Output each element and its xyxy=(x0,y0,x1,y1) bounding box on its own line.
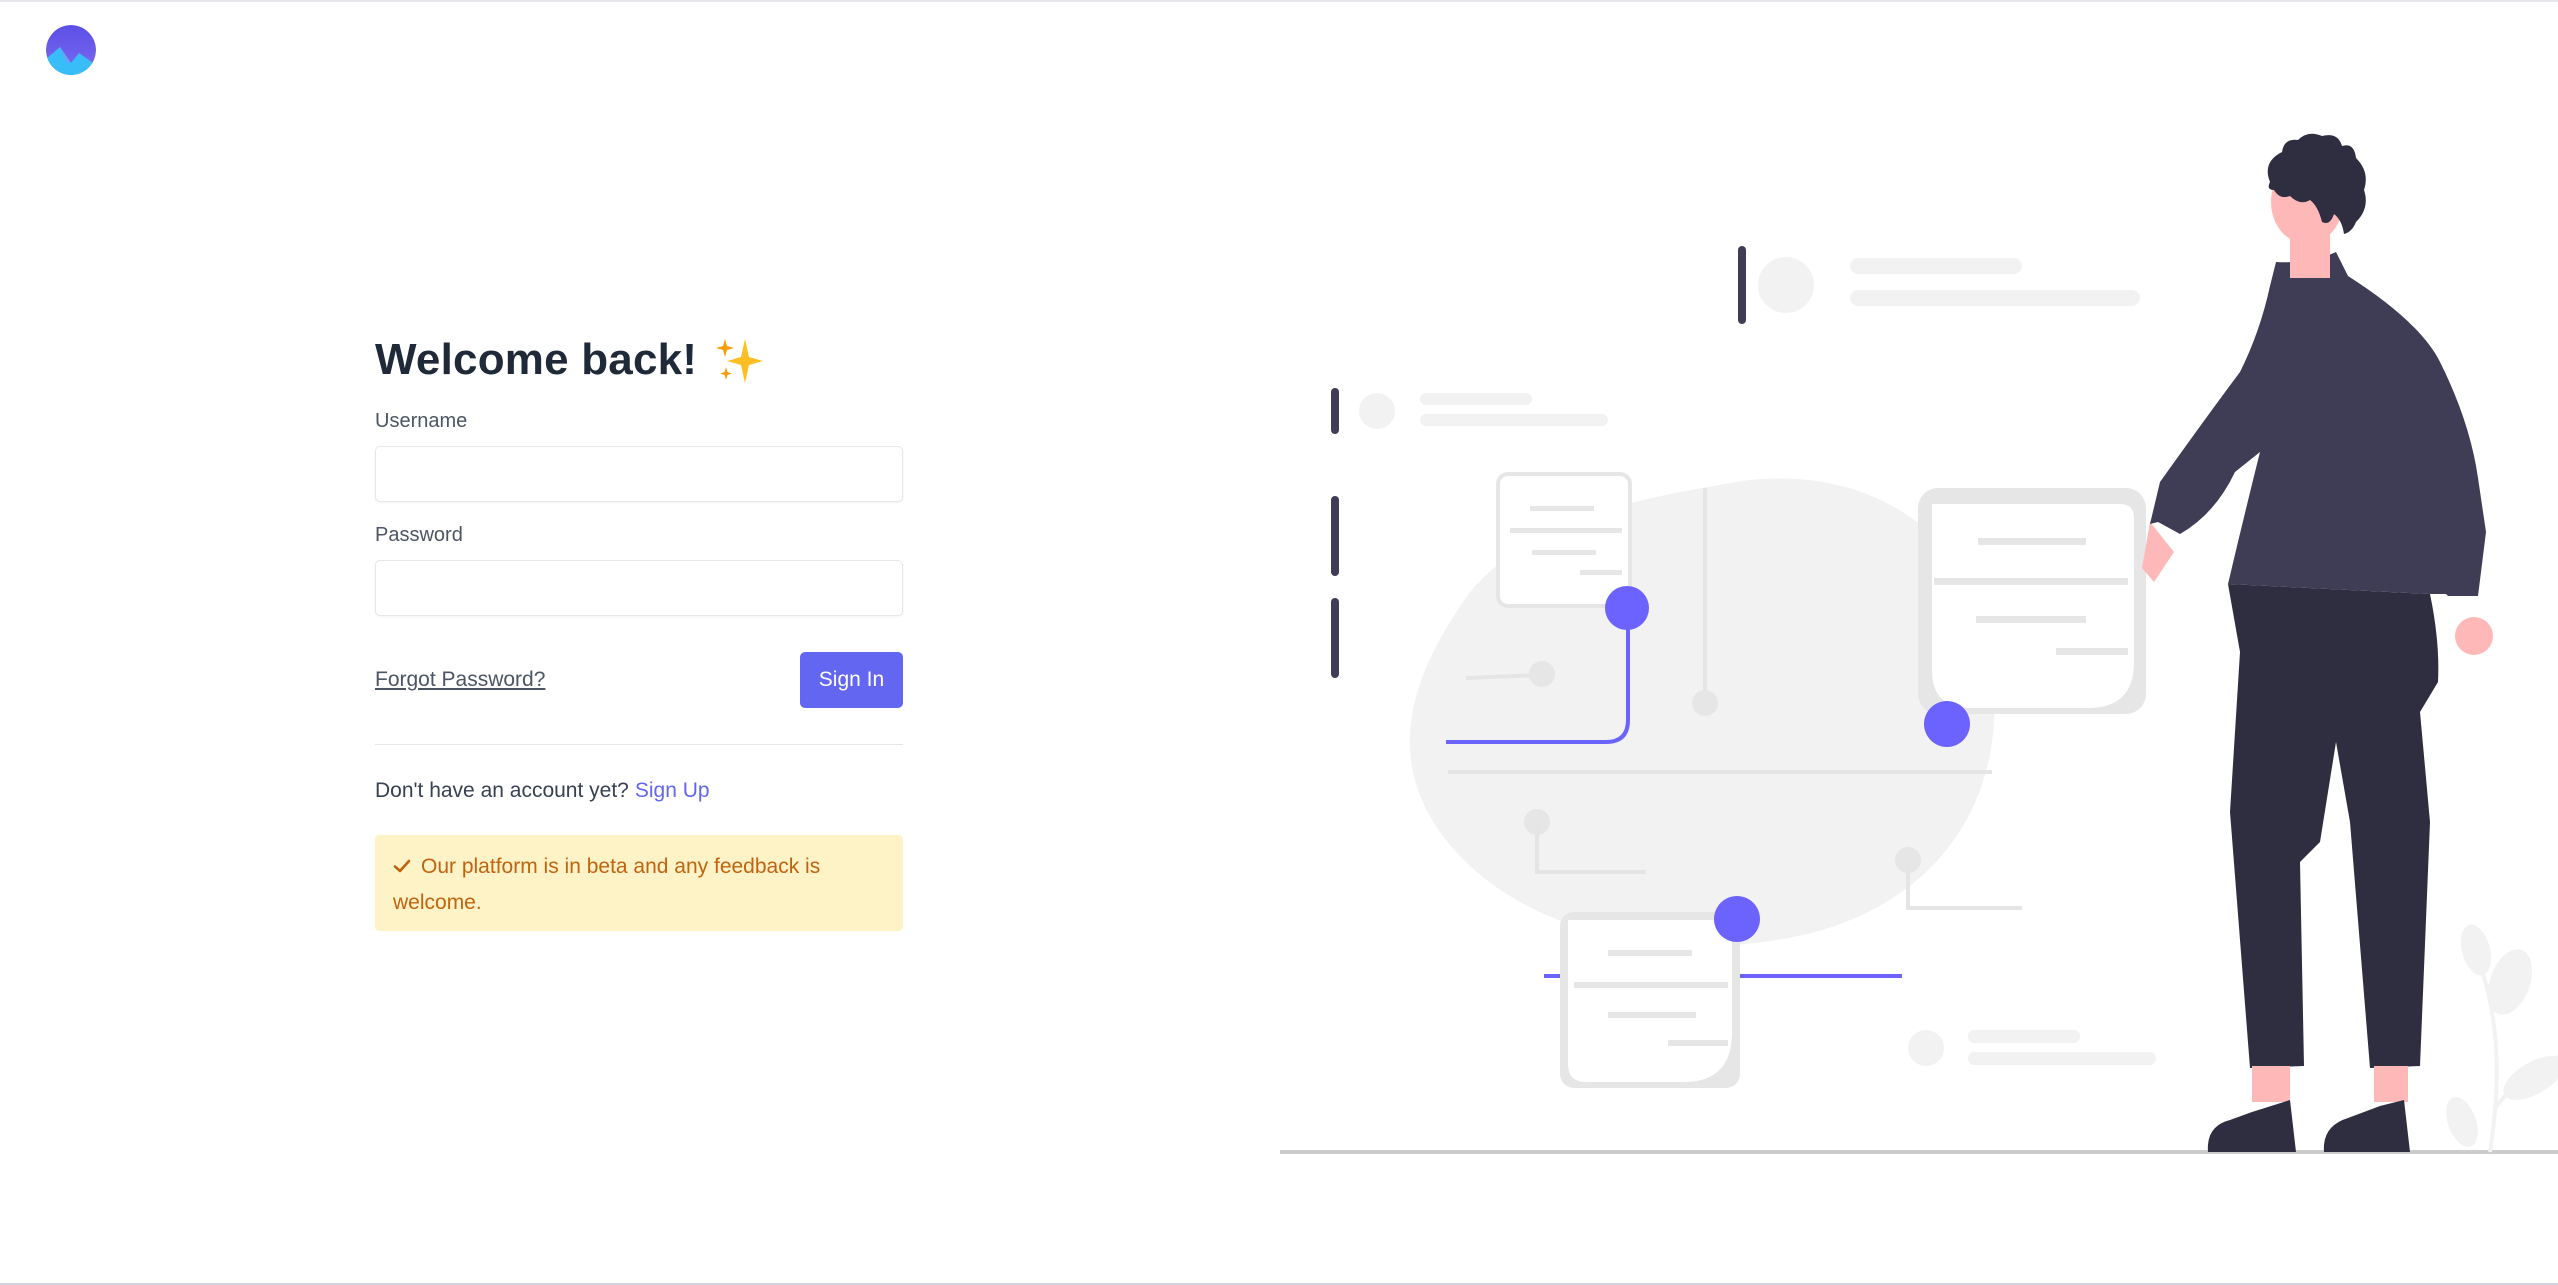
title-row: Welcome back! xyxy=(375,330,903,390)
forgot-password-link[interactable]: Forgot Password? xyxy=(375,668,545,692)
password-label: Password xyxy=(375,524,463,546)
login-page: Welcome back! Username Password Forgot P… xyxy=(0,0,2558,1285)
beta-notice-text: Our platform is in beta and any feedback… xyxy=(393,855,821,914)
page-title: Welcome back! xyxy=(375,335,698,384)
beta-notice: Our platform is in beta and any feedback… xyxy=(375,835,903,931)
no-account-text: Don't have an account yet? xyxy=(375,779,629,802)
login-form: Welcome back! Username Password Forgot P… xyxy=(375,330,903,931)
divider xyxy=(375,744,903,745)
sign-in-button[interactable]: Sign In xyxy=(800,652,903,708)
sign-up-link[interactable]: Sign Up xyxy=(635,779,710,802)
check-icon xyxy=(393,851,411,873)
username-input[interactable] xyxy=(375,446,903,502)
username-label: Username xyxy=(375,410,468,432)
sparkles-icon xyxy=(715,335,765,385)
person-with-documents-illustration xyxy=(1270,122,2558,1162)
password-input[interactable] xyxy=(375,560,903,616)
signup-prompt: Don't have an account yet? Sign Up xyxy=(375,779,903,803)
form-actions: Forgot Password? Sign In xyxy=(375,652,903,708)
app-logo-icon[interactable] xyxy=(46,25,96,75)
